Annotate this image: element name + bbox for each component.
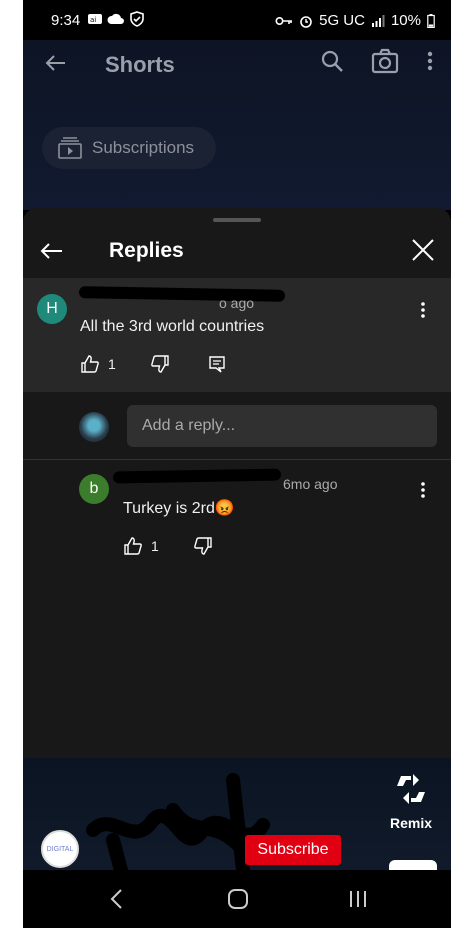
my-avatar <box>79 412 109 442</box>
avatar[interactable]: H <box>37 294 67 324</box>
channel-avatar-text: DIGITAL <box>46 845 74 853</box>
sheet-back-icon[interactable] <box>39 238 65 264</box>
phone-screen: 9:34 ai 5G UC 10% Shorts Subscriptions R… <box>23 0 451 928</box>
notification-badge-icon: ai <box>88 14 102 24</box>
shield-check-icon <box>130 11 144 27</box>
nav-home-icon[interactable] <box>227 888 249 910</box>
dislike-icon[interactable] <box>150 354 170 374</box>
shorts-top-bar: Shorts <box>23 40 451 86</box>
status-bar: 9:34 ai 5G UC 10% <box>23 0 451 40</box>
alarm-icon <box>300 15 312 28</box>
like-icon[interactable] <box>123 536 143 556</box>
signal-icon <box>371 14 385 27</box>
cloud-icon <box>107 13 124 24</box>
channel-avatar[interactable]: DIGITAL <box>41 830 79 868</box>
subscribe-button[interactable]: Subscribe <box>245 835 341 865</box>
sheet-title: Replies <box>109 239 184 262</box>
remix-icon <box>397 774 425 804</box>
like-icon[interactable] <box>80 354 100 374</box>
dislike-icon[interactable] <box>193 536 213 556</box>
comment-time: o ago <box>219 295 255 311</box>
nav-back-icon[interactable] <box>109 888 125 910</box>
battery-icon <box>427 13 435 28</box>
search-icon[interactable] <box>319 48 345 74</box>
replies-sheet: Replies H o ago All the 3rd world countr… <box>23 208 451 758</box>
camera-icon[interactable] <box>371 48 399 74</box>
reply-menu-icon[interactable] <box>413 478 433 502</box>
avatar-letter: b <box>89 480 99 497</box>
drag-handle[interactable] <box>213 218 261 222</box>
avatar[interactable]: b <box>79 474 109 504</box>
kebab-menu-icon[interactable] <box>425 48 435 74</box>
status-time: 9:34 <box>51 12 81 29</box>
svg-text:ai: ai <box>90 16 96 24</box>
page-title: Shorts <box>105 52 175 77</box>
sheet-header: Replies <box>23 226 451 278</box>
network-type: 5G UC <box>319 12 365 29</box>
parent-comment: H o ago All the 3rd world countries 1 <box>23 278 451 392</box>
system-nav-bar <box>23 870 451 928</box>
remix-label: Remix <box>389 815 433 831</box>
like-count: 1 <box>151 538 159 554</box>
back-arrow-icon[interactable] <box>43 50 69 76</box>
comment-text: All the 3rd world countries <box>80 318 265 335</box>
redacted-username <box>112 468 282 484</box>
battery-percent: 10% <box>390 12 421 29</box>
subscriptions-label: Subscriptions <box>92 138 195 157</box>
reply-time: 6mo ago <box>283 476 338 492</box>
close-icon[interactable] <box>411 238 435 262</box>
reply-text: Turkey is 2rd😡 <box>123 500 235 517</box>
subscriptions-icon <box>58 137 82 159</box>
key-icon <box>275 16 293 25</box>
reply-icon[interactable] <box>208 355 226 373</box>
redacted-username <box>78 286 286 302</box>
comment-menu-icon[interactable] <box>413 298 433 322</box>
subscriptions-button[interactable]: Subscriptions <box>42 127 216 169</box>
like-count: 1 <box>108 356 116 372</box>
avatar-letter: H <box>46 300 58 317</box>
nav-recents-icon[interactable] <box>347 888 369 910</box>
reply-input[interactable] <box>127 405 437 447</box>
remix-button[interactable]: Remix <box>389 772 433 831</box>
